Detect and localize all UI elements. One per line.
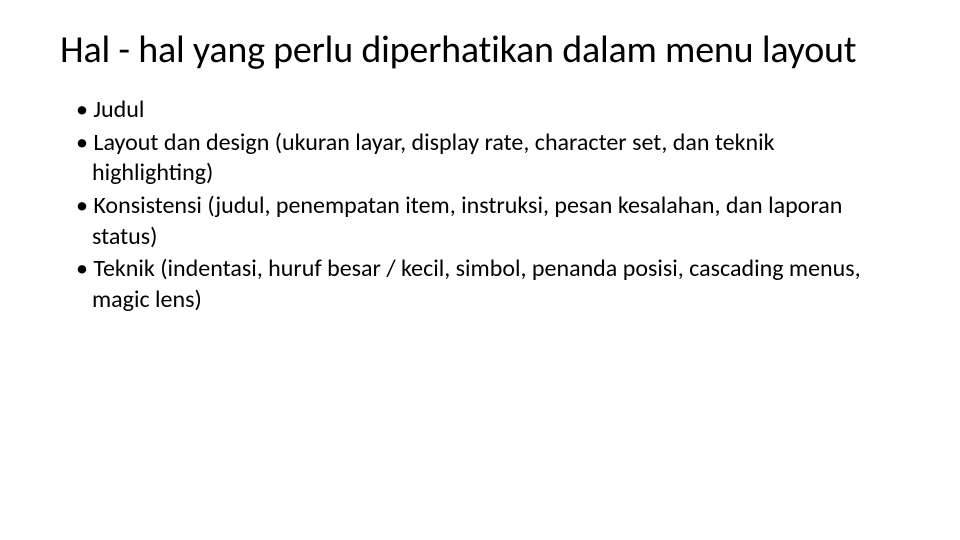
list-item: Konsistensi (judul, penempatan item, ins… xyxy=(60,191,900,252)
list-item: Teknik (indentasi, huruf besar / kecil, … xyxy=(60,254,900,315)
list-item: Layout dan design (ukuran layar, display… xyxy=(60,128,900,189)
bullet-list: Judul Layout dan design (ukuran layar, d… xyxy=(60,95,900,316)
slide-title: Hal - hal yang perlu diperhatikan dalam … xyxy=(60,28,900,73)
list-item: Judul xyxy=(60,95,900,126)
